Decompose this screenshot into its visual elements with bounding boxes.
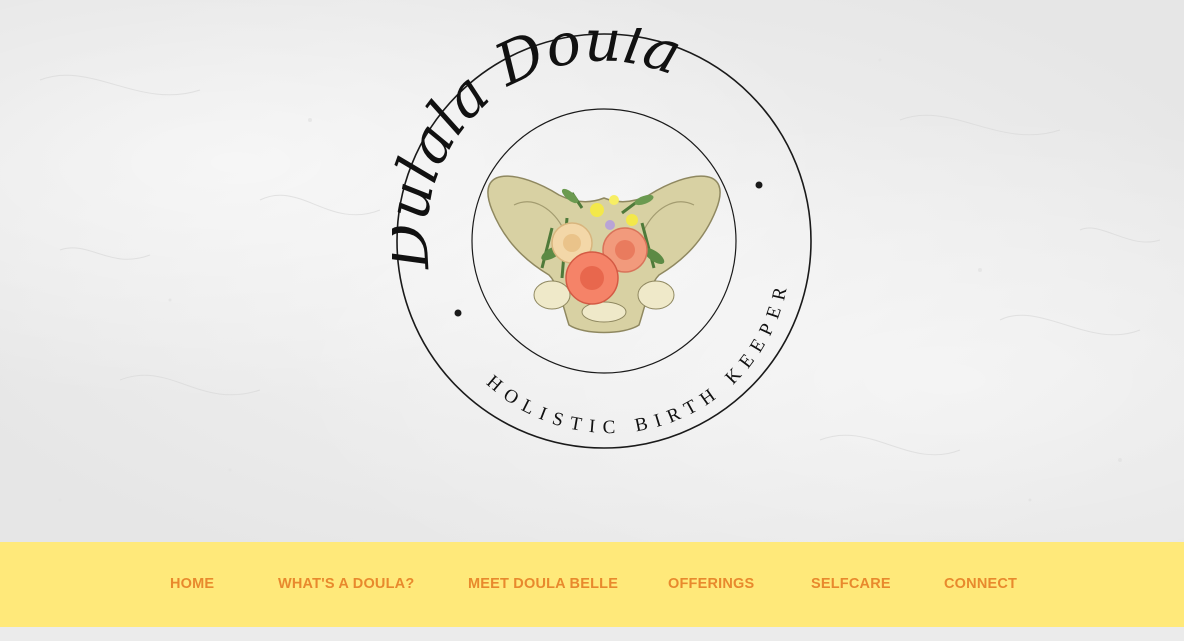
page: Dulala Doula HOLISTIC BIRTH KEEPER [0, 0, 1184, 641]
nav-item-meet-doula-belle[interactable]: MEET DOULA BELLE [468, 576, 618, 592]
dulala-doula-logo[interactable]: Dulala Doula HOLISTIC BIRTH KEEPER [392, 28, 816, 454]
main-navigation: HOME WHAT'S A DOULA? MEET DOULA BELLE OF… [0, 542, 1184, 627]
logo-dot-right [755, 181, 763, 189]
nav-item-home[interactable]: HOME [170, 576, 214, 592]
logo-dot-left [454, 309, 462, 317]
nav-item-selfcare[interactable]: SELFCARE [811, 576, 891, 592]
nav-item-connect[interactable]: CONNECT [944, 576, 1017, 592]
hero-banner: Dulala Doula HOLISTIC BIRTH KEEPER [0, 0, 1184, 542]
nav-item-offerings[interactable]: OFFERINGS [668, 576, 754, 592]
nav-item-whats-a-doula[interactable]: WHAT'S A DOULA? [278, 576, 414, 592]
content-top-edge [0, 627, 1184, 641]
